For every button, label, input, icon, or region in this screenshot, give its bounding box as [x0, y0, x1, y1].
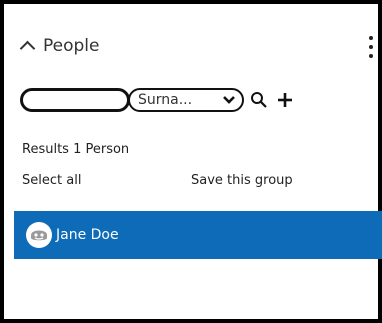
kebab-dot	[369, 45, 373, 49]
chevron-down-icon	[222, 93, 236, 107]
kebab-menu-icon[interactable]	[366, 36, 376, 58]
panel-header[interactable]: People	[19, 34, 100, 58]
sort-select[interactable]: Surna...	[128, 88, 244, 112]
select-all-link[interactable]: Select all	[22, 173, 81, 188]
kebab-dot	[369, 54, 373, 58]
person-avatar-icon	[28, 224, 50, 246]
person-list-item[interactable]: Jane Doe	[14, 211, 382, 259]
sort-select-value: Surna...	[138, 92, 193, 108]
panel-title: People	[43, 36, 100, 56]
save-group-link[interactable]: Save this group	[191, 173, 293, 188]
avatar	[26, 222, 52, 248]
person-name: Jane Doe	[56, 227, 119, 243]
plus-icon	[278, 93, 292, 107]
search-toolbar: Surna...	[20, 86, 296, 114]
search-input[interactable]	[20, 88, 130, 112]
search-icon	[251, 92, 267, 108]
search-button[interactable]	[248, 88, 270, 112]
add-button[interactable]	[274, 88, 296, 112]
chevron-up-icon[interactable]	[19, 40, 36, 57]
results-count: Results 1 Person	[22, 142, 130, 157]
kebab-dot	[369, 36, 373, 40]
